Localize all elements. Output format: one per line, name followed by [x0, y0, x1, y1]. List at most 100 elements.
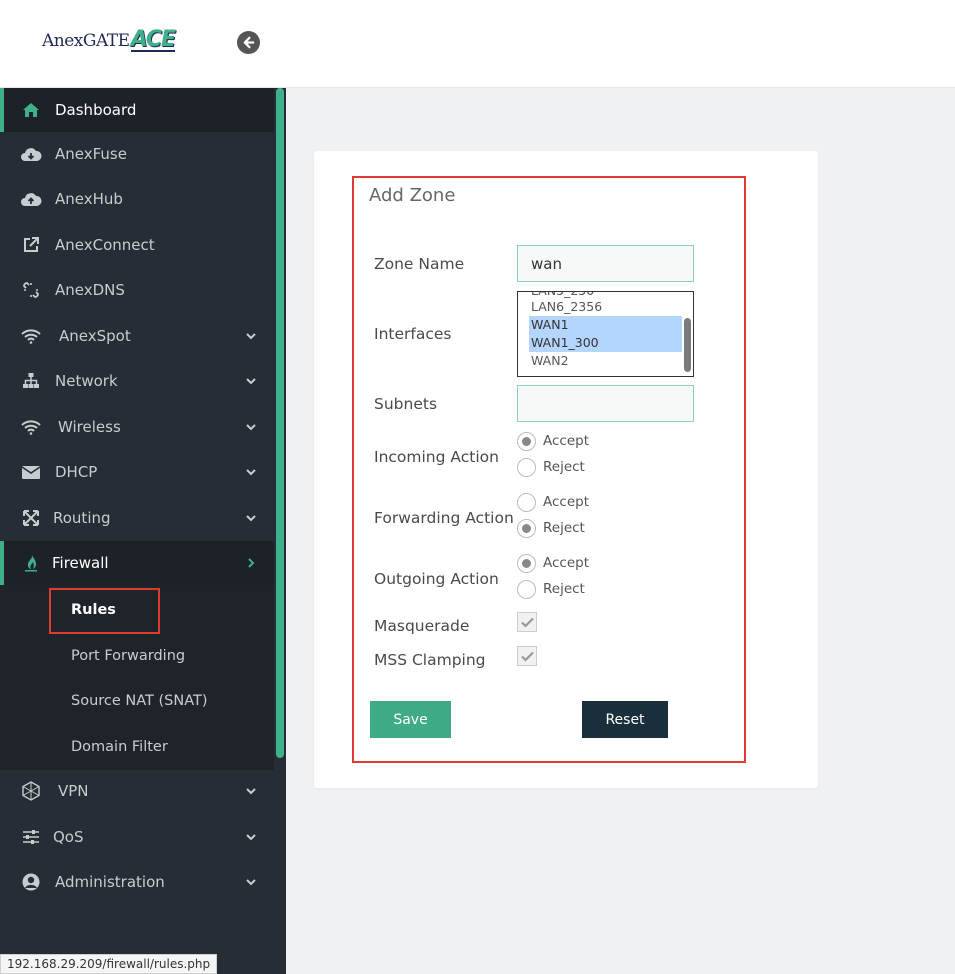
sidebar: Dashboard AnexFuse AnexHub AnexConnect A…: [0, 88, 286, 974]
top-header: AnexGATE ACE: [0, 0, 955, 88]
listbox-scrollbar[interactable]: [684, 318, 691, 372]
logo-text: AnexGATE: [42, 31, 130, 51]
interfaces-label: Interfaces: [374, 325, 452, 343]
checkmark-icon: [520, 617, 534, 628]
interfaces-listbox[interactable]: LAN5_250 LAN6_2356 WAN1 WAN1_300 WAN2: [517, 291, 694, 377]
logo-ace: ACE: [130, 27, 176, 52]
sidebar-item-label: VPN: [58, 782, 89, 800]
subnets-label: Subnets: [374, 395, 438, 413]
reset-button[interactable]: Reset: [582, 701, 668, 738]
chevron-down-icon: [246, 333, 256, 340]
sidebar-item-label: Routing: [53, 509, 111, 527]
chevron-right-icon: [248, 558, 255, 568]
arrows-icon: [20, 508, 42, 528]
interface-option[interactable]: LAN6_2356: [529, 298, 682, 316]
sidebar-item-label: AnexFuse: [55, 145, 127, 163]
subnets-input[interactable]: [517, 385, 694, 422]
external-link-icon: [20, 235, 42, 255]
cloud-upload-icon: [20, 189, 42, 209]
masquerade-checkbox[interactable]: [517, 612, 537, 632]
outgoing-reject-option[interactable]: Reject: [517, 579, 585, 599]
chevron-down-icon: [246, 834, 256, 841]
sidebar-item-routing[interactable]: Routing: [0, 496, 274, 540]
forwarding-accept-option[interactable]: Accept: [517, 492, 589, 512]
sidebar-item-anexspot[interactable]: AnexSpot: [0, 314, 274, 358]
forwarding-action-label: Forwarding Action: [374, 509, 514, 527]
chevron-down-icon: [246, 788, 256, 795]
sidebar-item-anexconnect[interactable]: AnexConnect: [0, 223, 274, 267]
chevron-down-icon: [246, 378, 256, 385]
submenu-item-port-forwarding[interactable]: Port Forwarding: [0, 634, 274, 678]
home-icon: [20, 100, 42, 120]
chevron-down-icon: [246, 424, 256, 431]
sidebar-scrollbar[interactable]: [276, 88, 284, 758]
incoming-reject-option[interactable]: Reject: [517, 457, 585, 477]
user-icon: [20, 872, 42, 892]
checkmark-icon: [520, 651, 534, 662]
zone-name-label: Zone Name: [374, 255, 465, 273]
sidebar-item-label: Dashboard: [55, 101, 137, 119]
sidebar-item-label: QoS: [53, 828, 84, 846]
chevron-down-icon: [246, 515, 256, 522]
anexgate-logo[interactable]: AnexGATE ACE: [42, 27, 176, 52]
outgoing-action-label: Outgoing Action: [374, 570, 499, 588]
sidebar-item-label: DHCP: [55, 463, 98, 481]
globe-icon: [20, 781, 42, 801]
incoming-action-label: Incoming Action: [374, 448, 499, 466]
forwarding-reject-radio[interactable]: [517, 518, 536, 538]
radio-label: Accept: [543, 494, 590, 510]
forwarding-accept-radio[interactable]: [517, 492, 536, 512]
submenu-item-snat[interactable]: Source NAT (SNAT): [0, 679, 274, 723]
sidebar-item-label: Administration: [55, 873, 165, 891]
sidebar-item-dhcp[interactable]: DHCP: [0, 450, 274, 494]
sidebar-item-administration[interactable]: Administration: [0, 860, 274, 904]
submenu-item-label: Port Forwarding: [71, 648, 186, 664]
sidebar-item-dashboard[interactable]: Dashboard: [0, 88, 274, 132]
sidebar-item-wireless[interactable]: Wireless: [0, 405, 274, 449]
radio-label: Accept: [543, 555, 590, 571]
sidebar-item-label: Firewall: [52, 554, 109, 572]
forwarding-reject-option[interactable]: Reject: [517, 518, 585, 538]
incoming-accept-radio[interactable]: [517, 431, 536, 451]
radio-label: Reject: [543, 520, 585, 536]
sidebar-item-label: AnexDNS: [55, 281, 125, 299]
back-arrow-icon[interactable]: [237, 31, 260, 54]
sidebar-item-qos[interactable]: QoS: [0, 815, 274, 859]
chevron-down-icon: [246, 469, 256, 476]
radio-label: Reject: [543, 581, 585, 597]
outgoing-accept-option[interactable]: Accept: [517, 553, 589, 573]
interface-option[interactable]: WAN1_300: [529, 334, 682, 352]
outgoing-accept-radio[interactable]: [517, 553, 536, 573]
sidebar-item-anexdns[interactable]: AnexDNS: [0, 268, 274, 312]
wifi-icon: [20, 326, 42, 346]
radio-label: Reject: [543, 459, 585, 475]
sidebar-item-anexhub[interactable]: AnexHub: [0, 177, 274, 221]
mss-clamping-checkbox[interactable]: [517, 646, 537, 666]
unlink-icon: [20, 280, 42, 300]
outgoing-reject-radio[interactable]: [517, 579, 536, 599]
incoming-accept-option[interactable]: Accept: [517, 431, 589, 451]
sidebar-item-anexfuse[interactable]: AnexFuse: [0, 132, 274, 176]
radio-label: Accept: [543, 433, 590, 449]
interface-option[interactable]: WAN1: [529, 316, 682, 334]
interface-option[interactable]: WAN2: [529, 352, 682, 370]
sidebar-item-label: AnexHub: [55, 190, 123, 208]
sidebar-item-network[interactable]: Network: [0, 359, 274, 403]
zone-name-input[interactable]: wan: [517, 245, 694, 282]
sidebar-item-firewall[interactable]: Firewall: [0, 541, 274, 585]
sidebar-item-label: Network: [55, 372, 118, 390]
sidebar-item-label: AnexSpot: [59, 327, 131, 345]
sidebar-item-vpn[interactable]: VPN: [0, 769, 274, 813]
fire-icon: [20, 553, 42, 573]
mss-clamping-label: MSS Clamping: [374, 651, 486, 669]
incoming-reject-radio[interactable]: [517, 457, 536, 477]
masquerade-label: Masquerade: [374, 617, 470, 635]
sitemap-icon: [20, 371, 42, 391]
status-bar-url: 192.168.29.209/firewall/rules.php: [0, 954, 218, 974]
submenu-item-domain-filter[interactable]: Domain Filter: [0, 725, 274, 769]
submenu-item-label: Domain Filter: [71, 739, 168, 755]
save-button[interactable]: Save: [370, 701, 451, 738]
sliders-icon: [20, 827, 42, 847]
form-title: Add Zone: [369, 185, 456, 206]
submenu-item-label: Source NAT (SNAT): [71, 693, 208, 709]
